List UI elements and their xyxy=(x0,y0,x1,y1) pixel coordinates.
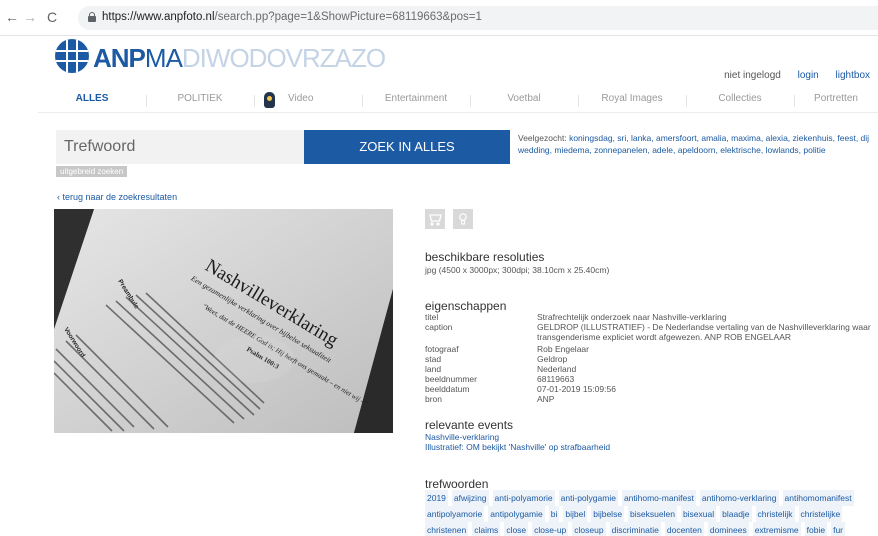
keyword-tag[interactable]: antihomo-verklaring xyxy=(699,490,779,506)
property-value: Rob Engelaar xyxy=(537,344,589,354)
nav-item-collecties[interactable]: Collecties xyxy=(686,93,794,107)
video-icon xyxy=(264,92,275,108)
photo[interactable]: Nashvilleverklaring Een gezamenlijke ver… xyxy=(54,209,393,433)
keyword-tag[interactable]: fobie xyxy=(804,522,828,536)
keyword-tag[interactable]: bijbelse xyxy=(591,506,625,522)
property-label: land xyxy=(425,364,442,374)
keyword-tag[interactable]: bijbel xyxy=(563,506,588,522)
account-bar: niet ingelogd login lightbox xyxy=(710,70,870,81)
search-input[interactable]: Trefwoord xyxy=(56,130,304,164)
keyword-tag[interactable]: close-up xyxy=(532,522,569,536)
event-link-nashville-verklaring[interactable]: Nashville-verklaring xyxy=(425,432,499,442)
property-value: Strafrechtelijk onderzoek naar Nashville… xyxy=(537,312,727,322)
keyword-tag[interactable]: antihomo-manifest xyxy=(621,490,696,506)
events-title: relevante events xyxy=(425,418,514,432)
resolutions-title: beschikbare resoluties xyxy=(425,250,545,264)
keyword-tag[interactable]: bisexual xyxy=(680,506,717,522)
address-bar[interactable]: https://www.anpfoto.nl/search.pp?page=1&… xyxy=(78,6,878,30)
search-button[interactable]: ZOEK IN ALLES xyxy=(304,130,510,164)
property-label: bron xyxy=(425,394,443,404)
lightbulb-icon[interactable] xyxy=(453,209,473,229)
login-status: niet ingelogd xyxy=(724,70,781,81)
login-link[interactable]: login xyxy=(798,70,819,81)
keyword-tag[interactable]: blaadje xyxy=(720,506,752,522)
nav-item-portretten[interactable]: Portretten xyxy=(794,93,878,107)
keyword-tag[interactable]: antihomomanifest xyxy=(782,490,854,506)
main-navigation: ALLES POLITIEK Video Entertainment Voetb… xyxy=(38,88,878,113)
property-value: 68119663 xyxy=(537,374,575,384)
property-value: Nederland xyxy=(537,364,577,374)
keyword-tag[interactable]: bi xyxy=(548,506,560,522)
keywords-title: trefwoorden xyxy=(425,477,489,491)
property-value: ANP xyxy=(537,394,555,404)
anp-globe-logo-icon[interactable] xyxy=(55,39,89,73)
photo-image: Nashvilleverklaring Een gezamenlijke ver… xyxy=(54,209,393,433)
keyword-tag[interactable]: christenen xyxy=(425,522,469,536)
url-text[interactable]: https://www.anpfoto.nl/search.pp?page=1&… xyxy=(102,11,482,23)
back-arrow-icon[interactable]: ← xyxy=(4,9,20,25)
lightbox-link[interactable]: lightbox xyxy=(836,70,870,81)
keywords-list: 2019 afwijzing anti-polyamorie anti-polygam… xyxy=(425,490,878,536)
advanced-search-link[interactable]: uitgebreid zoeken xyxy=(56,166,128,177)
property-label: beelddatum xyxy=(425,384,470,394)
keyword-tag[interactable]: extremisme xyxy=(752,522,801,536)
cart-icon[interactable] xyxy=(425,209,445,229)
reload-icon[interactable]: C xyxy=(44,9,60,25)
keyword-tag[interactable]: fur xyxy=(831,522,845,536)
forward-arrow-icon[interactable]: → xyxy=(22,9,38,25)
property-label: beeldnummer xyxy=(425,374,477,384)
popular-searches: Veelgezocht: koningsdag, sri, lanka, ame… xyxy=(518,133,878,156)
keyword-tag[interactable]: christelijke xyxy=(798,506,843,522)
property-value: GELDROP (ILLUSTRATIEF) - De Nederlandse … xyxy=(537,322,871,332)
popular-label: Veelgezocht: xyxy=(518,133,567,143)
browser-toolbar: ← → C https://www.anpfoto.nl/search.pp?p… xyxy=(0,0,878,36)
property-label: titel xyxy=(425,312,439,322)
keyword-tag[interactable]: claims xyxy=(472,522,501,536)
nav-item-politiek[interactable]: POLITIEK xyxy=(146,93,254,107)
property-value: Geldrop xyxy=(537,354,568,364)
nav-item-voetbal[interactable]: Voetbal xyxy=(470,93,578,107)
nav-item-video[interactable]: Video xyxy=(288,93,328,107)
property-label: stad xyxy=(425,354,442,364)
keyword-tag[interactable]: dominees xyxy=(707,522,749,536)
event-link-om-bekijkt[interactable]: Illustratief: OM bekijkt 'Nashville' op … xyxy=(425,442,610,452)
keyword-tag[interactable]: anti-polygamie xyxy=(558,490,618,506)
nav-item-alles[interactable]: ALLES xyxy=(38,93,146,107)
keyword-tag[interactable]: anti-polyamorie xyxy=(492,490,555,506)
keyword-tag[interactable]: close xyxy=(504,522,529,536)
lock-icon xyxy=(88,12,96,22)
keyword-tag[interactable]: christelijk xyxy=(755,506,795,522)
properties-title: eigenschappen xyxy=(425,299,507,313)
property-label: caption xyxy=(425,322,453,332)
site-logo[interactable]: ANPMADIWODOVRZAZO xyxy=(93,44,386,72)
keyword-tag[interactable]: closeup xyxy=(572,522,606,536)
back-to-results-link[interactable]: ‹ terug naar de zoekresultaten xyxy=(57,192,177,202)
resolutions-text: jpg (4500 x 3000px; 300dpi; 38.10cm x 25… xyxy=(425,265,610,275)
property-label: fotograaf xyxy=(425,344,459,354)
nav-item-royal-images[interactable]: Royal Images xyxy=(578,93,686,107)
popular-terms[interactable]: koningsdag, sri, lanka, amersfoort, amal… xyxy=(518,133,869,155)
keyword-tag[interactable]: docenten xyxy=(664,522,704,536)
keyword-tag[interactable]: antipolyamorie xyxy=(425,506,485,522)
keyword-tag[interactable]: afwijzing xyxy=(451,490,489,506)
nav-item-entertainment[interactable]: Entertainment xyxy=(362,93,470,107)
keyword-tag[interactable]: antipolygamie xyxy=(488,506,545,522)
property-value: transgenderisme expliciet wordt afgeweze… xyxy=(537,332,792,342)
keyword-tag[interactable]: biseksuelen xyxy=(628,506,677,522)
keyword-tag[interactable]: discriminatie xyxy=(609,522,661,536)
keyword-tag[interactable]: 2019 xyxy=(425,490,448,506)
property-value: 07-01-2019 15:09:56 xyxy=(537,384,616,394)
site-header: ANPMADIWODOVRZAZO niet ingelogd login li… xyxy=(0,36,878,88)
search-area: Trefwoord ZOEK IN ALLES uitgebreid zoeke… xyxy=(0,113,878,183)
